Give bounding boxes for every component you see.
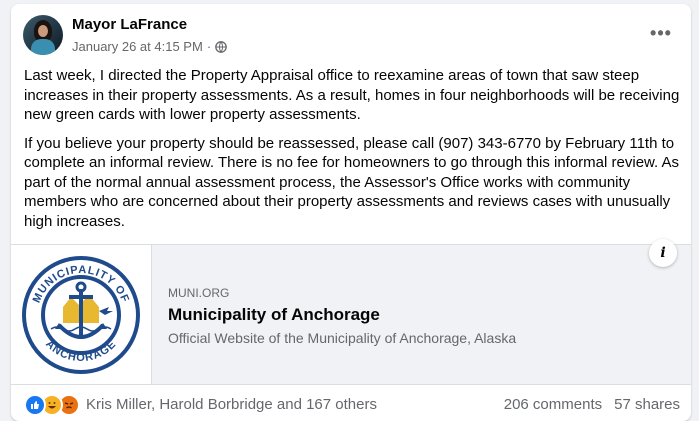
- link-preview[interactable]: MUNICIPALITY OF ANCHORAGE MUNI.ORG Munic…: [11, 239, 691, 385]
- post-header: Mayor LaFrance January 26 at 4:15 PM · •…: [23, 15, 679, 57]
- globe-icon[interactable]: [215, 40, 228, 53]
- reactors-text[interactable]: Kris Miller, Harold Borbridge and 167 ot…: [86, 396, 377, 413]
- link-title[interactable]: Municipality of Anchorage: [168, 305, 516, 325]
- shares-count[interactable]: 57 shares: [614, 396, 680, 413]
- post-paragraph: Last week, I directed the Property Appra…: [24, 67, 680, 123]
- info-icon: i: [660, 245, 666, 261]
- municipality-logo: MUNICIPALITY OF ANCHORAGE: [22, 256, 140, 374]
- post-text: Last week, I directed the Property Appra…: [24, 66, 682, 240]
- reaction-icons[interactable]: [24, 394, 80, 416]
- engagement-counts: 206 comments 57 shares: [504, 396, 680, 413]
- post-timestamp[interactable]: January 26 at 4:15 PM: [72, 39, 203, 54]
- post-meta: January 26 at 4:15 PM ·: [72, 39, 228, 54]
- link-details: MUNI.ORG Municipality of Anchorage Offic…: [168, 286, 516, 346]
- post-paragraph: If you believe your property should be r…: [24, 134, 680, 230]
- meta-separator: ·: [206, 39, 212, 54]
- ellipsis-icon: •••: [650, 22, 672, 43]
- link-thumbnail[interactable]: MUNICIPALITY OF ANCHORAGE: [11, 245, 152, 384]
- author-name[interactable]: Mayor LaFrance: [72, 16, 187, 33]
- info-button[interactable]: i: [649, 239, 677, 267]
- link-description: Official Website of the Municipality of …: [168, 330, 517, 346]
- post-footer: Kris Miller, Harold Borbridge and 167 ot…: [24, 392, 680, 416]
- comments-count[interactable]: 206 comments: [504, 396, 602, 413]
- more-options-button[interactable]: •••: [647, 21, 675, 45]
- post-card: Mayor LaFrance January 26 at 4:15 PM · •…: [11, 4, 691, 421]
- link-domain: MUNI.ORG: [168, 286, 230, 300]
- avatar[interactable]: [23, 15, 63, 55]
- like-icon: [24, 394, 46, 416]
